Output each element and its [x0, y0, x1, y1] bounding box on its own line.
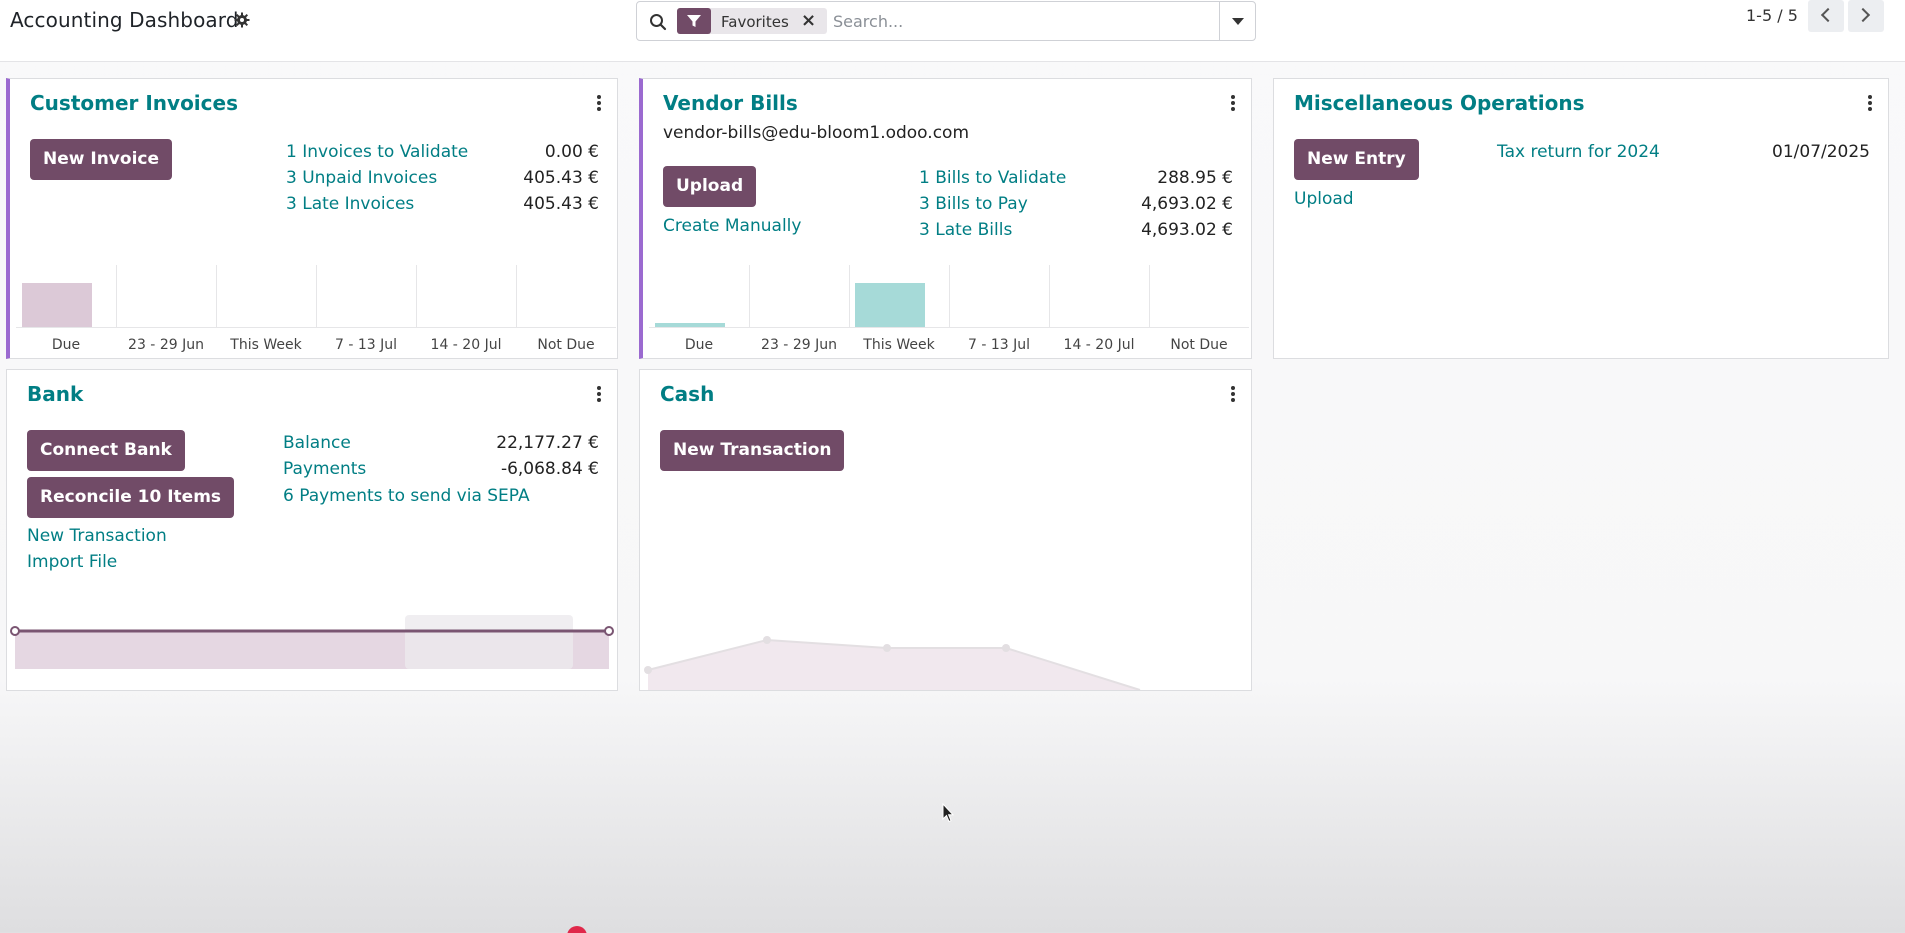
- mouse-cursor-icon: [942, 803, 954, 823]
- chart-gridline: [416, 265, 417, 327]
- search-facet-favorites: Favorites ×: [677, 8, 827, 34]
- chart-tick-label: 23 - 29 Jun: [128, 337, 204, 353]
- vendor-bills-email: vendor-bills@edu-bloom1.odoo.com: [663, 123, 969, 143]
- tax-return-date: 01/07/2025: [1772, 142, 1870, 162]
- tax-return-link[interactable]: Tax return for 2024: [1497, 142, 1660, 162]
- facet-label: Favorites: [721, 13, 789, 31]
- card-title[interactable]: Bank: [27, 382, 83, 406]
- new-transaction-link[interactable]: New Transaction: [27, 526, 167, 546]
- journal-card-customer-invoices: Customer Invoices New Invoice 1 Invoices…: [6, 78, 618, 359]
- page-title: Accounting Dashboard: [10, 8, 239, 32]
- chart-tick-label: Due: [51, 337, 81, 353]
- search-input[interactable]: [833, 8, 1213, 34]
- kebab-menu-icon[interactable]: [597, 386, 601, 402]
- payments-amount: -6,068.84 €: [500, 459, 599, 479]
- bills-to-pay-link[interactable]: 3 Bills to Pay: [919, 194, 1028, 214]
- chart-bar-0[interactable]: [22, 283, 92, 327]
- create-manually-link[interactable]: Create Manually: [663, 216, 801, 236]
- chart-baseline: [16, 327, 616, 328]
- invoices-to-validate-link[interactable]: 1 Invoices to Validate: [286, 142, 468, 162]
- search-icon: [650, 14, 667, 31]
- chart-tick-label: This Week: [230, 337, 302, 353]
- late-invoices-link[interactable]: 3 Late Invoices: [286, 194, 414, 214]
- chart-tick-label: Due: [684, 337, 714, 353]
- journal-card-bank: Bank Connect Bank Reconcile 10 Items New…: [6, 369, 618, 691]
- chart-tick-label: Not Due: [537, 337, 595, 353]
- search-bar: Favorites ×: [636, 1, 1256, 41]
- journal-card-vendor-bills: Vendor Bills vendor-bills@edu-bloom1.odo…: [639, 78, 1252, 359]
- chart-tick-label: 14 - 20 Jul: [430, 337, 502, 353]
- card-title[interactable]: Cash: [660, 382, 714, 406]
- bills-to-validate-amount: 288.95 €: [1157, 168, 1233, 188]
- chart-gridline: [1149, 265, 1150, 327]
- kebab-menu-icon[interactable]: [1868, 95, 1872, 111]
- bills-aging-chart[interactable]: Due 23 - 29 Jun This Week 7 - 13 Jul 14 - 20…: [649, 265, 1249, 355]
- chart-tick-label: 23 - 29 Jun: [761, 337, 837, 353]
- bills-to-validate-link[interactable]: 1 Bills to Validate: [919, 168, 1066, 188]
- late-invoices-amount: 405.43 €: [523, 194, 599, 214]
- chart-tick-label: 7 - 13 Jul: [334, 337, 397, 353]
- control-panel: Accounting Dashboard Favorites × Search.…: [0, 0, 1905, 62]
- facet-badge: [677, 8, 711, 34]
- kebab-menu-icon[interactable]: [1231, 386, 1235, 402]
- chart-gridline: [849, 265, 850, 327]
- invoices-aging-chart[interactable]: Due 23 - 29 Jun This Week 7 - 13 Jul 14 - 20…: [16, 265, 616, 355]
- chevron-left-icon: [1820, 7, 1836, 23]
- import-file-link[interactable]: Import File: [27, 552, 117, 572]
- caret-down-icon: [1232, 18, 1244, 25]
- balance-label[interactable]: Balance: [283, 433, 351, 453]
- payments-label[interactable]: Payments: [283, 459, 366, 479]
- chart-tick-label: Not Due: [1170, 337, 1228, 353]
- kebab-menu-icon[interactable]: [1231, 95, 1235, 111]
- bank-balance-graph[interactable]: [7, 610, 617, 690]
- cash-balance-graph[interactable]: [640, 570, 1251, 690]
- chart-gridline: [749, 265, 750, 327]
- chart-bar-2[interactable]: [855, 283, 925, 327]
- pager-next-button[interactable]: [1848, 0, 1884, 32]
- reconcile-items-button[interactable]: Reconcile 10 Items: [27, 477, 235, 518]
- chart-gridline: [116, 265, 117, 327]
- pager-value[interactable]: 1-5 / 5: [1746, 6, 1798, 25]
- unpaid-invoices-link[interactable]: 3 Unpaid Invoices: [286, 168, 437, 188]
- chart-tick-label: This Week: [863, 337, 935, 353]
- chart-baseline: [649, 327, 1249, 328]
- sepa-payments-link[interactable]: 6 Payments to send via SEPA: [283, 486, 530, 506]
- journal-card-cash: Cash New Transaction: [639, 369, 1252, 691]
- search-options-toggle[interactable]: [1219, 2, 1255, 40]
- invoices-to-validate-amount: 0.00 €: [544, 142, 599, 162]
- chart-gridline: [949, 265, 950, 327]
- connect-bank-button[interactable]: Connect Bank: [27, 430, 185, 471]
- upload-bill-button[interactable]: Upload: [663, 166, 757, 207]
- chart-gridline: [316, 265, 317, 327]
- late-bills-amount: 4,693.02 €: [1141, 220, 1233, 240]
- chart-tick-label: 7 - 13 Jul: [967, 337, 1030, 353]
- balance-amount: 22,177.27 €: [496, 433, 599, 453]
- late-bills-link[interactable]: 3 Late Bills: [919, 220, 1012, 240]
- new-invoice-button[interactable]: New Invoice: [30, 139, 173, 180]
- journal-card-miscellaneous-operations: Miscellaneous Operations New Entry Uploa…: [1273, 78, 1889, 359]
- new-cash-transaction-button[interactable]: New Transaction: [660, 430, 845, 471]
- chevron-right-icon: [1855, 7, 1871, 23]
- chart-gridline: [516, 265, 517, 327]
- kebab-menu-icon[interactable]: [597, 95, 601, 111]
- bills-to-pay-amount: 4,693.02 €: [1141, 194, 1233, 214]
- chart-tick-label: 14 - 20 Jul: [1063, 337, 1135, 353]
- facet-remove-icon[interactable]: ×: [801, 10, 816, 31]
- card-title[interactable]: Miscellaneous Operations: [1294, 91, 1584, 115]
- filter-icon: [687, 15, 701, 27]
- chart-gridline: [1049, 265, 1050, 327]
- gear-icon[interactable]: [234, 12, 250, 28]
- chart-bar-0[interactable]: [655, 323, 725, 327]
- chart-gridline: [216, 265, 217, 327]
- card-title[interactable]: Vendor Bills: [663, 91, 798, 115]
- recording-indicator: [567, 926, 587, 933]
- pager-previous-button[interactable]: [1808, 0, 1844, 32]
- unpaid-invoices-amount: 405.43 €: [523, 168, 599, 188]
- card-title[interactable]: Customer Invoices: [30, 91, 238, 115]
- upload-link[interactable]: Upload: [1294, 189, 1354, 209]
- new-entry-button[interactable]: New Entry: [1294, 139, 1419, 180]
